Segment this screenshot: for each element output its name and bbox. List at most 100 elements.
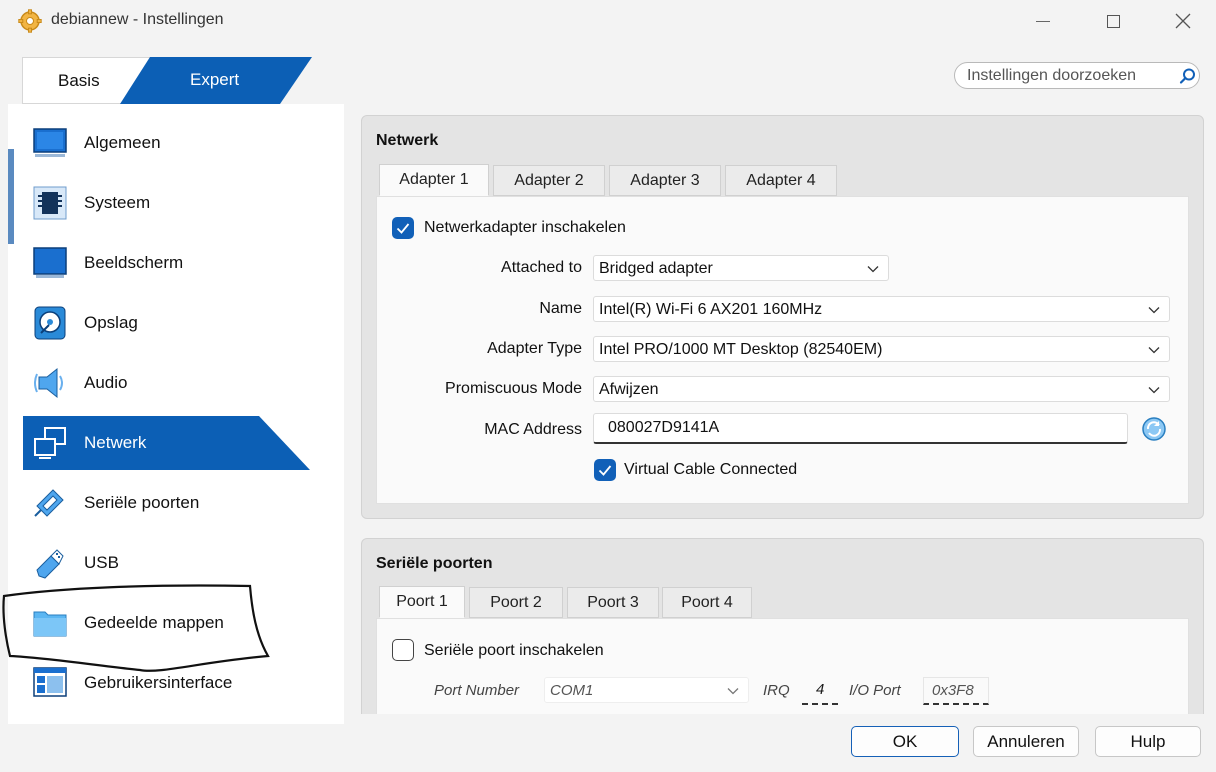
sidebar-item-label: Beeldscherm xyxy=(84,253,184,272)
serial-ports-group: Seriële poorten Poort 1 Poort 2 Poort 3 … xyxy=(361,538,1204,714)
tab-poort-1[interactable]: Poort 1 xyxy=(379,586,465,618)
name-select[interactable]: Intel(R) Wi-Fi 6 AX201 160MHz xyxy=(593,296,1170,322)
tab-label: Adapter 4 xyxy=(746,171,816,189)
attached-to-value: Bridged adapter xyxy=(599,260,713,277)
promiscuous-mode-label: Promiscuous Mode xyxy=(445,380,582,397)
sidebar-item-label: Seriële poorten xyxy=(84,493,200,512)
promiscuous-mode-select[interactable]: Afwijzen xyxy=(593,376,1170,402)
tab-poort-2[interactable]: Poort 2 xyxy=(469,587,563,618)
tab-label: Adapter 3 xyxy=(630,171,700,189)
irq-field[interactable]: 4 xyxy=(802,677,838,705)
mac-address-field[interactable] xyxy=(593,413,1128,444)
sidebar-item-label: Systeem xyxy=(84,193,151,212)
chevron-down-icon xyxy=(1148,387,1160,394)
system-chip-icon xyxy=(33,186,67,220)
storage-disk-icon xyxy=(34,306,66,340)
adapter-type-label: Adapter Type xyxy=(487,340,582,357)
refresh-mac-icon[interactable] xyxy=(1141,416,1167,442)
mode-expert-button[interactable] xyxy=(22,57,312,104)
promiscuous-mode-value: Afwijzen xyxy=(599,381,659,398)
tab-poort-4[interactable]: Poort 4 xyxy=(662,587,752,618)
mac-address-label: MAC Address xyxy=(484,421,582,438)
usb-icon xyxy=(36,549,64,579)
shared-folder-icon xyxy=(33,611,67,637)
maximize-icon xyxy=(1106,14,1120,28)
irq-value: 4 xyxy=(816,681,825,698)
tab-adapter-1[interactable]: Adapter 1 xyxy=(379,164,489,196)
cancel-button[interactable]: Annuleren xyxy=(973,726,1079,757)
tab-label: Poort 4 xyxy=(681,593,733,611)
name-label: Name xyxy=(539,300,582,317)
help-button[interactable]: Hulp xyxy=(1095,726,1201,757)
tab-label: Adapter 2 xyxy=(514,171,584,189)
close-button[interactable] xyxy=(1160,6,1206,36)
window-title: debiannew - Instellingen xyxy=(51,11,224,28)
chevron-down-icon xyxy=(727,688,739,695)
tab-adapter-4[interactable]: Adapter 4 xyxy=(725,165,837,196)
sidebar-item-audio[interactable]: Audio xyxy=(23,356,313,410)
sidebar-item-systeem[interactable]: Systeem xyxy=(23,176,313,230)
network-group: Netwerk Adapter 1 Adapter 2 Adapter 3 Ad… xyxy=(361,115,1204,519)
search-icon[interactable] xyxy=(1179,67,1197,85)
audio-speaker-icon xyxy=(34,367,63,399)
tab-label: Poort 2 xyxy=(490,593,542,611)
chevron-down-icon xyxy=(1148,347,1160,354)
tab-label: Poort 3 xyxy=(587,593,639,611)
enable-serial-checkbox[interactable] xyxy=(392,639,414,661)
sidebar-item-algemeen[interactable]: Algemeen xyxy=(23,116,313,170)
sidebar-item-label: Algemeen xyxy=(84,133,161,152)
sidebar-item-label: Opslag xyxy=(84,313,138,332)
chevron-down-icon xyxy=(867,266,879,273)
network-group-title: Netwerk xyxy=(376,132,439,149)
irq-label: IRQ xyxy=(763,682,790,699)
sidebar-item-gedeelde-mappen[interactable]: Gedeelde mappen xyxy=(23,596,313,650)
title-bar: debiannew - Instellingen xyxy=(0,0,1216,44)
sidebar-item-netwerk[interactable]: Netwerk xyxy=(23,416,313,470)
checkmark-icon xyxy=(396,223,410,234)
serial-tab-body: Seriële poort inschakelen Port Number CO… xyxy=(376,618,1189,714)
adapter-tab-body: Netwerkadapter inschakelen Attached to B… xyxy=(376,196,1189,504)
mode-switch: Basis Expert xyxy=(22,57,312,104)
adapter-type-select[interactable]: Intel PRO/1000 MT Desktop (82540EM) xyxy=(593,336,1170,362)
adapter-type-value: Intel PRO/1000 MT Desktop (82540EM) xyxy=(599,341,883,358)
maximize-button[interactable] xyxy=(1090,6,1136,36)
network-icon xyxy=(34,427,66,459)
port-number-value: COM1 xyxy=(550,682,594,699)
attached-to-label: Attached to xyxy=(501,259,582,276)
minimize-button[interactable] xyxy=(1020,6,1066,36)
name-value: Intel(R) Wi-Fi 6 AX201 160MHz xyxy=(599,301,823,318)
io-port-value: 0x3F8 xyxy=(932,682,974,699)
chevron-down-icon xyxy=(1148,307,1160,314)
ok-button[interactable]: OK xyxy=(851,726,959,757)
tab-adapter-3[interactable]: Adapter 3 xyxy=(609,165,721,196)
enable-serial-label: Seriële poort inschakelen xyxy=(424,642,604,659)
io-port-field[interactable]: 0x3F8 xyxy=(923,677,989,705)
search-input[interactable] xyxy=(967,66,1167,86)
io-port-label: I/O Port xyxy=(849,682,901,699)
enable-adapter-checkbox[interactable] xyxy=(392,217,414,239)
minimize-icon xyxy=(1036,20,1050,22)
close-icon xyxy=(1175,13,1191,29)
settings-gear-icon xyxy=(18,9,42,33)
attached-to-select[interactable]: Bridged adapter xyxy=(593,255,889,281)
display-icon xyxy=(33,247,67,278)
sidebar-item-seriele-poorten[interactable]: Seriële poorten xyxy=(23,476,313,530)
sidebar-item-label: Gebruikersinterface xyxy=(84,673,233,692)
general-monitor-icon xyxy=(33,128,67,157)
serial-group-title: Seriële poorten xyxy=(376,555,493,572)
sidebar-item-label: Gedeelde mappen xyxy=(84,613,224,632)
sidebar-item-label: USB xyxy=(84,553,119,572)
sidebar-item-usb[interactable]: USB xyxy=(23,536,313,590)
sidebar-item-label: Audio xyxy=(84,373,128,392)
port-number-select[interactable]: COM1 xyxy=(544,677,749,703)
virtual-cable-checkbox[interactable] xyxy=(594,459,616,481)
tab-adapter-2[interactable]: Adapter 2 xyxy=(493,165,605,196)
sidebar-item-opslag[interactable]: Opslag xyxy=(23,296,313,350)
tab-poort-3[interactable]: Poort 3 xyxy=(567,587,659,618)
sidebar-item-gebruikersinterface[interactable]: Gebruikersinterface xyxy=(23,656,313,710)
port-number-label: Port Number xyxy=(434,682,520,699)
tab-label: Adapter 1 xyxy=(399,171,469,188)
virtual-cable-label: Virtual Cable Connected xyxy=(624,461,798,478)
settings-sidebar: Algemeen Systeem Beeldscherm Opslag Audi… xyxy=(8,104,344,724)
sidebar-item-beeldscherm[interactable]: Beeldscherm xyxy=(23,236,313,290)
